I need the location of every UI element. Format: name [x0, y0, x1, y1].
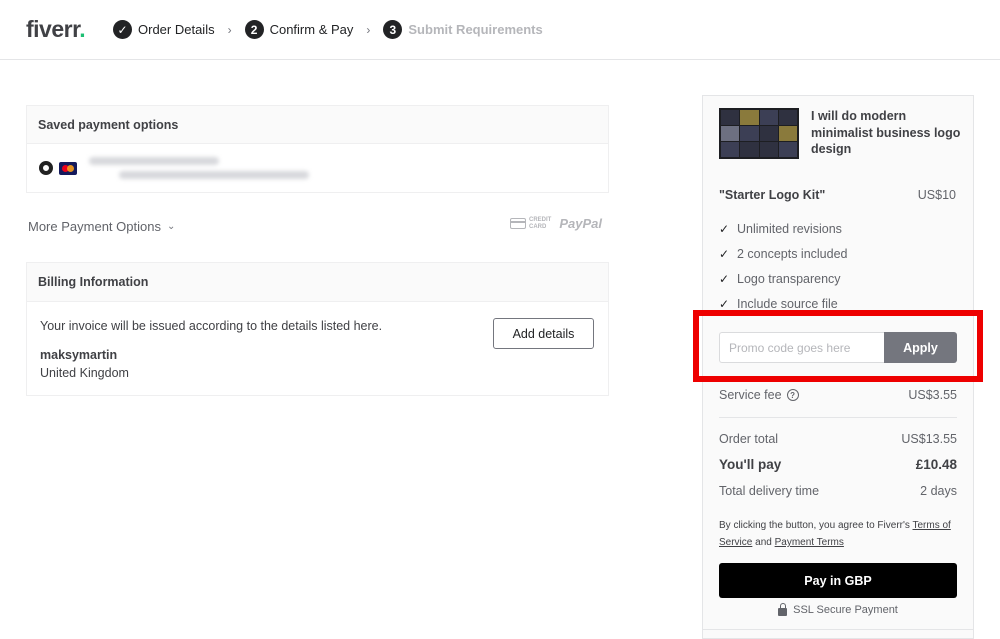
delivery-time-row: Total delivery time 2 days — [719, 484, 957, 498]
service-fee-value: US$3.55 — [908, 388, 957, 402]
gig-thumbnail — [719, 108, 799, 159]
logo-text: fiverr — [26, 16, 80, 42]
step-order-details[interactable]: ✓ Order Details — [113, 20, 215, 39]
service-fee-label: Service fee — [719, 388, 782, 402]
terms-prefix: By clicking the button, you agree to Fiv… — [719, 520, 910, 531]
lock-icon — [778, 602, 788, 616]
check-icon: ✓ — [719, 246, 730, 261]
order-total-value: US$13.55 — [901, 432, 957, 446]
saved-card-option[interactable] — [39, 157, 309, 179]
redacted-card-details — [89, 157, 309, 179]
step-number: 3 — [383, 20, 403, 39]
credit-card-icon — [510, 218, 526, 229]
payment-terms-link[interactable]: Payment Terms — [775, 537, 844, 548]
invoice-notice: Your invoice will be issued according to… — [40, 319, 383, 333]
check-icon: ✓ — [113, 20, 132, 39]
promo-code-input[interactable] — [719, 332, 884, 363]
radio-button-selected[interactable] — [39, 161, 53, 175]
terms-notice: By clicking the button, you agree to Fiv… — [719, 517, 959, 551]
chevron-down-icon: ⌄ — [166, 221, 176, 232]
step-submit-requirements: 3 Submit Requirements — [383, 20, 543, 39]
logo-dot: . — [79, 16, 86, 42]
more-payment-options-toggle[interactable]: More Payment Options ⌄ — [28, 219, 175, 234]
fiverr-logo[interactable]: fiverr. — [26, 16, 86, 43]
paypal-logo: PayPal — [559, 216, 602, 231]
payment-method-logos: CREDIT CARD PayPal — [510, 216, 602, 231]
info-icon[interactable]: ? — [786, 389, 799, 401]
credit-card-logo: CREDIT CARD — [510, 217, 551, 231]
billing-country: United Kingdom — [40, 366, 129, 380]
apply-promo-button[interactable]: Apply — [884, 332, 957, 363]
delivery-time-value: 2 days — [920, 484, 957, 498]
feature-item: ✓ Unlimited revisions — [719, 216, 848, 241]
checkout-header: fiverr. ✓ Order Details › 2 Confirm & Pa… — [0, 0, 1000, 60]
saved-payment-options-card: Saved payment options — [26, 105, 609, 193]
package-price: US$10 — [917, 188, 956, 202]
order-total-row: Order total US$13.55 — [719, 432, 957, 446]
delivery-time-label: Total delivery time — [719, 484, 820, 498]
service-fee-row: Service fee ? US$3.55 — [719, 388, 957, 402]
ssl-label: SSL Secure Payment — [793, 604, 898, 616]
add-details-button[interactable]: Add details — [493, 318, 594, 349]
feature-label: 2 concepts included — [737, 246, 848, 261]
you-pay-row: You'll pay £10.48 — [719, 457, 957, 472]
feature-item: ✓ 2 concepts included — [719, 241, 848, 266]
step-label: Order Details — [138, 22, 215, 37]
order-total-label: Order total — [719, 432, 779, 446]
step-label: Submit Requirements — [408, 22, 543, 37]
package-features: ✓ Unlimited revisions ✓ 2 concepts include… — [719, 216, 848, 316]
card-title: Saved payment options — [27, 106, 608, 144]
checkout-steps: ✓ Order Details › 2 Confirm & Pay › 3 Su… — [113, 20, 543, 39]
mastercard-icon — [59, 161, 77, 175]
feature-label: Unlimited revisions — [737, 221, 842, 236]
billing-name: maksymartin — [40, 348, 118, 362]
gig-title: I will do modern minimalist business log… — [811, 109, 961, 156]
you-pay-label: You'll pay — [719, 457, 782, 472]
check-icon: ✓ — [719, 296, 730, 311]
card-label: CARD — [529, 223, 547, 230]
billing-information-card: Billing Information Your invoice will be… — [26, 262, 609, 396]
order-summary: I will do modern minimalist business log… — [702, 95, 974, 639]
more-payment-options-label: More Payment Options — [28, 219, 161, 234]
chevron-right-icon: › — [227, 22, 232, 37]
feature-label: Include source file — [737, 296, 838, 311]
step-label: Confirm & Pay — [269, 22, 354, 37]
step-number: 2 — [244, 20, 264, 39]
check-icon: ✓ — [719, 271, 730, 286]
divider — [719, 417, 957, 418]
feature-item: ✓ Logo transparency — [719, 266, 848, 291]
feature-item: ✓ Include source file — [719, 291, 848, 316]
credit-label: CREDIT — [529, 216, 552, 223]
terms-and: and — [755, 537, 772, 548]
feature-label: Logo transparency — [737, 271, 841, 286]
card-title: Billing Information — [27, 263, 608, 302]
ssl-secure-notice: SSL Secure Payment — [703, 602, 973, 616]
you-pay-value: £10.48 — [915, 457, 957, 472]
step-confirm-pay: 2 Confirm & Pay — [244, 20, 354, 39]
chevron-right-icon: › — [366, 22, 371, 37]
check-icon: ✓ — [719, 221, 730, 236]
promo-code-form: Apply — [719, 332, 957, 363]
package-name: "Starter Logo Kit" — [719, 188, 826, 202]
divider — [703, 629, 973, 630]
pay-button[interactable]: Pay in GBP — [719, 563, 957, 598]
